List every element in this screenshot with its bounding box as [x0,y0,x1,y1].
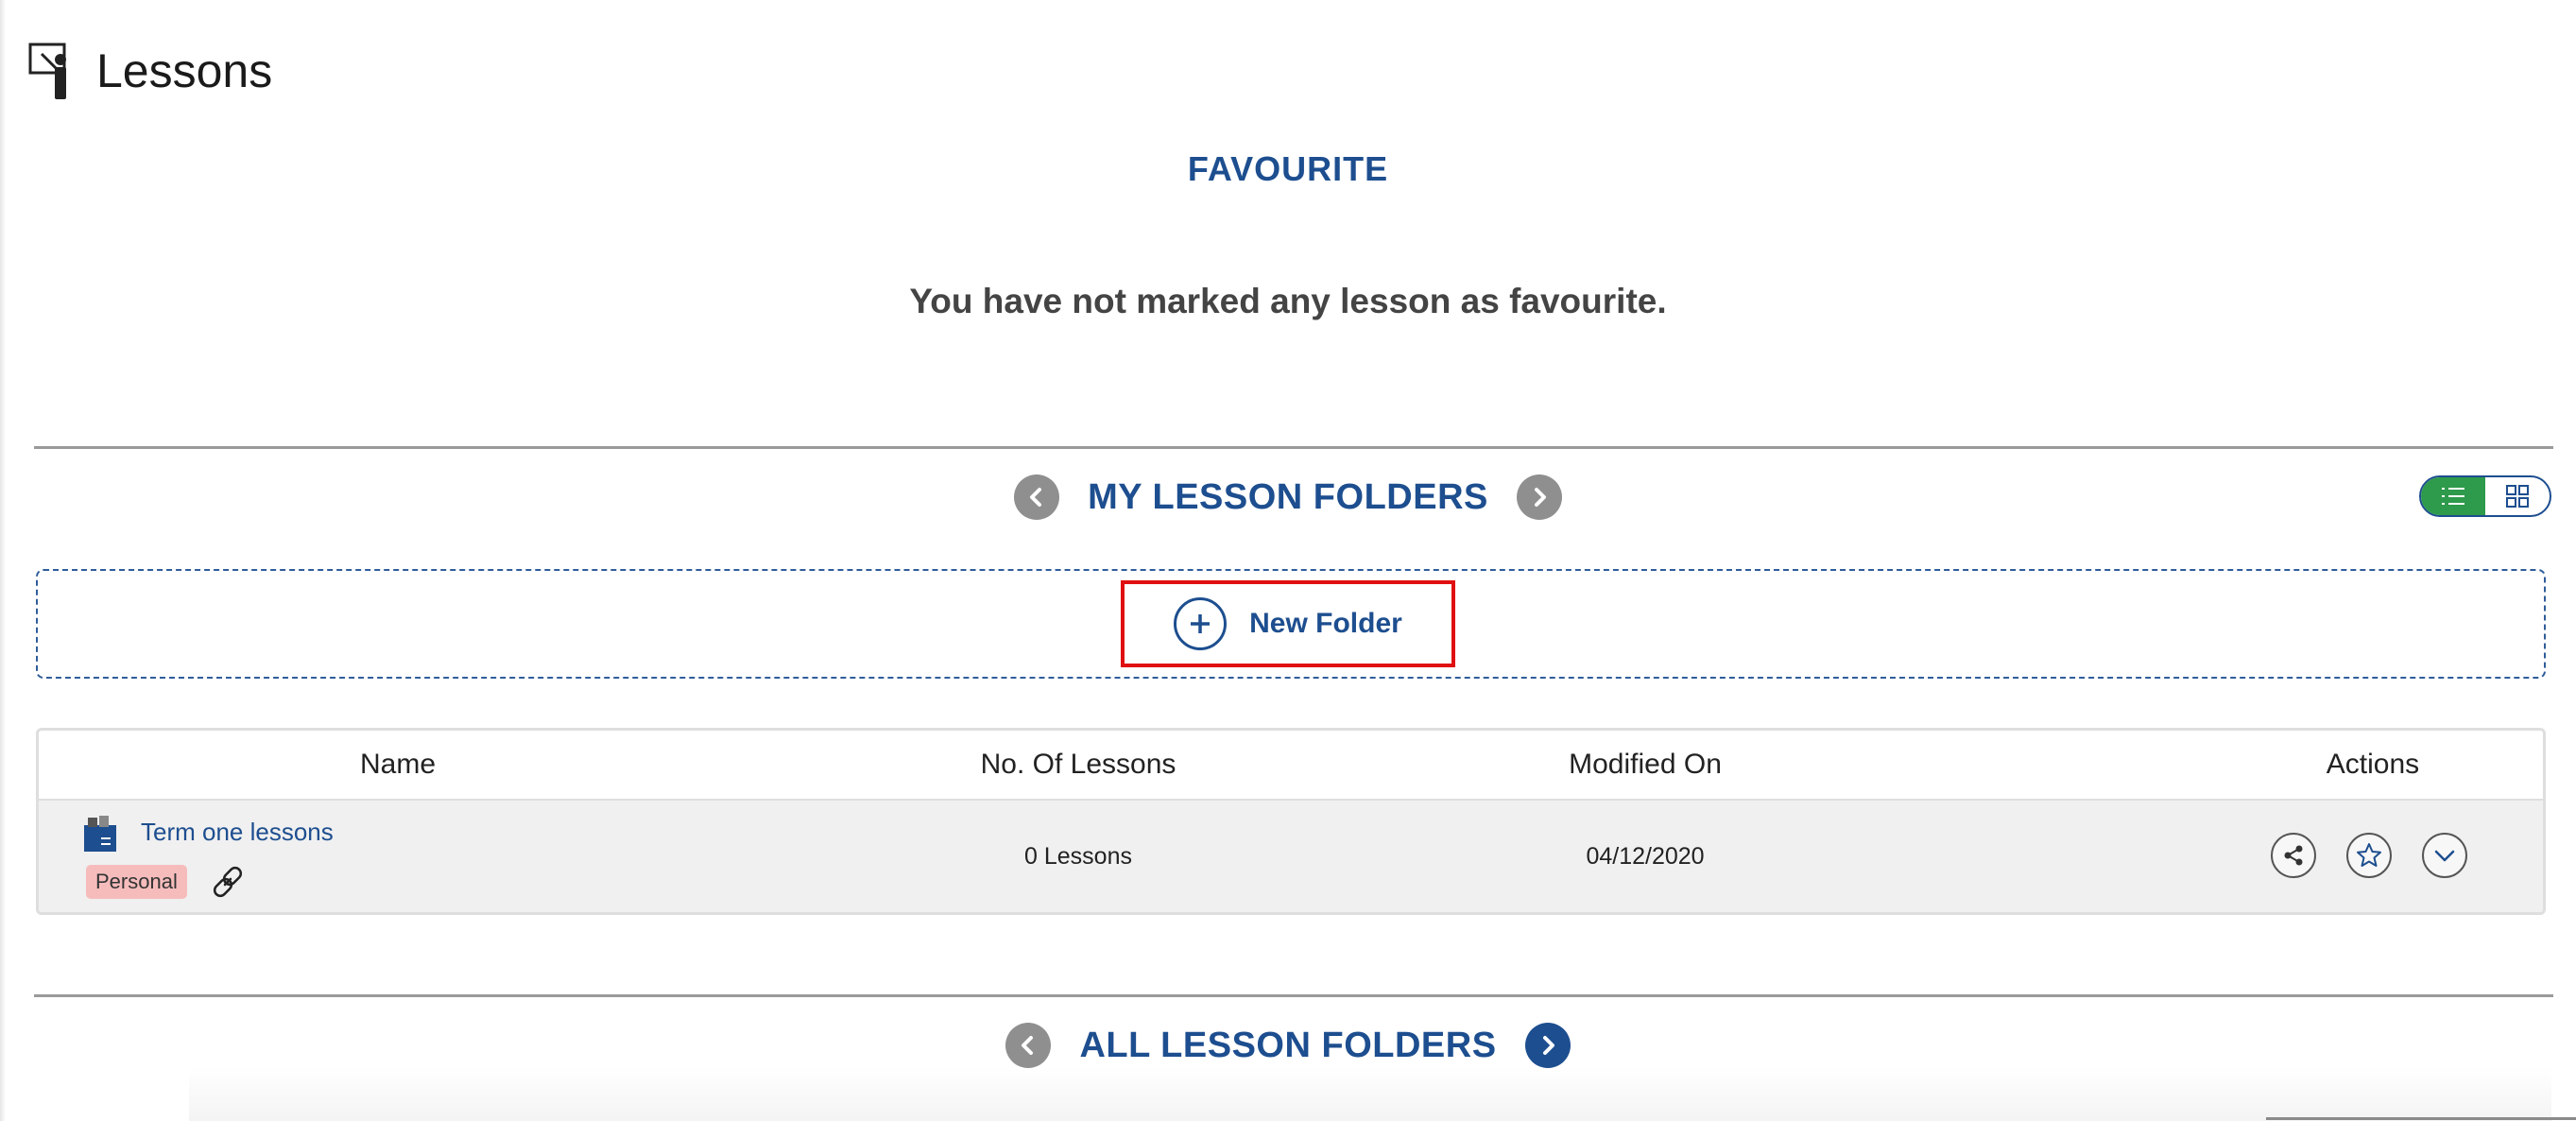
my-folders-title: MY LESSON FOLDERS [1088,476,1488,517]
folder-name-link[interactable]: Term one lessons [141,818,334,847]
bottom-fade [189,1068,2551,1121]
share-button[interactable] [2271,833,2316,878]
list-view-icon [2442,488,2464,505]
chevron-right-icon [1534,488,1546,507]
plus-icon [1174,597,1228,650]
bottom-edge-line [2266,1117,2576,1120]
page-title: Lessons [96,44,273,97]
modified-date: 04/12/2020 [1586,843,1705,870]
grid-view-button[interactable] [2485,477,2550,515]
chevron-down-icon [2434,850,2455,862]
table-header: Name No. Of Lessons Modified On Actions [39,731,2543,801]
expand-button[interactable] [2422,833,2467,878]
star-icon [2357,843,2381,867]
my-folders-next-button[interactable] [1516,474,1562,520]
share-icon [2284,845,2303,866]
new-folder-button[interactable]: New Folder [1121,580,1455,667]
favourite-heading: FAVOURITE [1187,149,1389,188]
view-toggle [2419,475,2551,517]
new-folder-label: New Folder [1249,608,1402,639]
all-folders-next-button[interactable] [1524,1023,1571,1068]
presenter-icon [28,43,66,99]
all-folders-title: ALL LESSON FOLDERS [1079,1025,1497,1065]
my-folders-prev-button[interactable] [1014,474,1060,520]
all-folders-prev-button[interactable] [1005,1023,1052,1068]
page-header: Lessons [28,38,272,104]
lesson-count: 0 Lessons [1024,843,1132,870]
all-folders-title-row: ALL LESSON FOLDERS [0,1023,2576,1068]
list-view-button[interactable] [2421,477,2485,515]
section-divider [34,446,2553,449]
column-header-actions: Actions [2326,749,2420,780]
table-row: Term one lessons Personal 0 Lessons 04/1… [39,801,2543,912]
chevron-right-icon [1542,1036,1554,1055]
favourite-button[interactable] [2346,833,2392,878]
folder-icon [84,816,116,852]
my-folders-title-row: MY LESSON FOLDERS [0,474,2576,520]
chevron-left-icon [1022,1036,1034,1055]
favourite-empty-message: You have not marked any lesson as favour… [909,282,1667,320]
folders-table: Name No. Of Lessons Modified On Actions … [36,728,2546,915]
column-header-lessons: No. Of Lessons [980,749,1176,780]
chevron-left-icon [1030,488,1042,507]
column-header-name: Name [359,749,437,780]
column-header-modified: Modified On [1569,749,1722,780]
section-divider [34,994,2553,997]
folder-type-badge: Personal [86,865,187,899]
grid-view-icon [2506,485,2529,508]
link-icon[interactable] [209,863,247,901]
